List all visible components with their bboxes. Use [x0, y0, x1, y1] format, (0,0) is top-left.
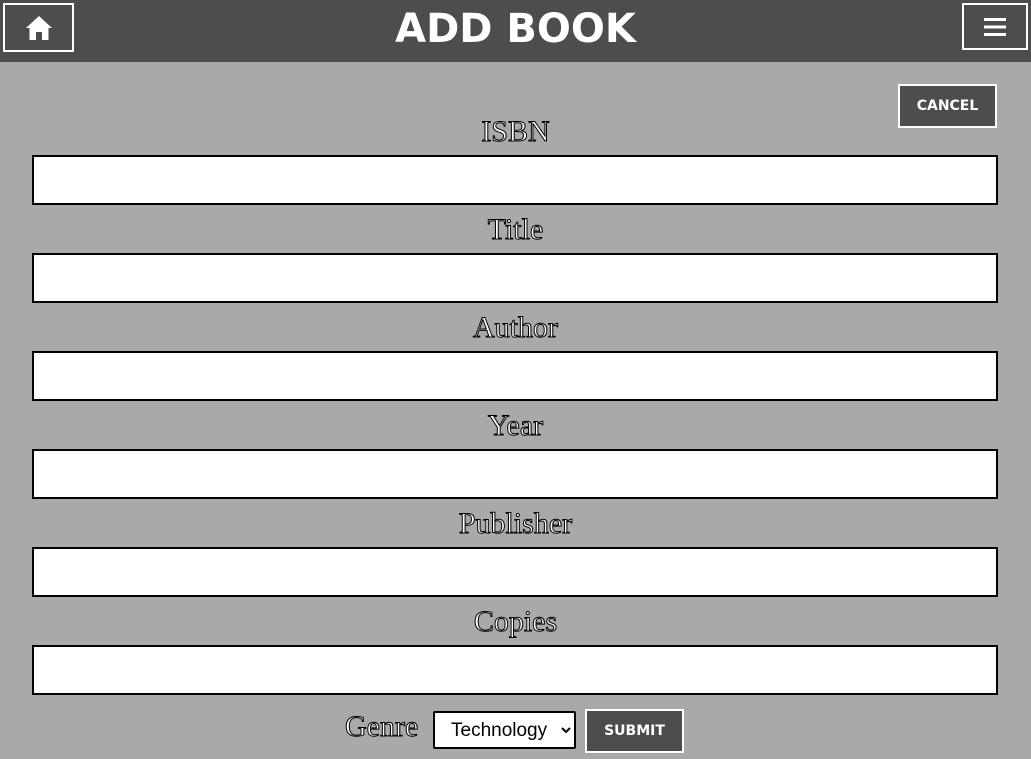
- author-label: Author: [473, 311, 559, 344]
- genre-select[interactable]: Technology: [433, 711, 576, 749]
- genre-label: Genre: [344, 710, 419, 743]
- author-input[interactable]: [32, 351, 998, 401]
- isbn-input[interactable]: [32, 155, 998, 205]
- home-button[interactable]: [3, 3, 74, 52]
- copies-label: Copies: [473, 605, 558, 638]
- home-icon: [25, 15, 52, 40]
- year-input[interactable]: [32, 449, 998, 499]
- copies-input[interactable]: [32, 645, 998, 695]
- publisher-input[interactable]: [32, 547, 998, 597]
- year-label: Year: [487, 409, 544, 442]
- title-label: Title: [487, 213, 544, 246]
- app-header: ADD BOOK: [0, 0, 1031, 62]
- isbn-label: ISBN: [481, 115, 550, 148]
- publisher-label: Publisher: [458, 507, 573, 540]
- submit-button[interactable]: SUBMIT: [585, 709, 684, 753]
- hamburger-menu-icon: [984, 17, 1006, 36]
- title-input[interactable]: [32, 253, 998, 303]
- page-title: ADD BOOK: [395, 6, 636, 52]
- menu-button[interactable]: [962, 3, 1028, 50]
